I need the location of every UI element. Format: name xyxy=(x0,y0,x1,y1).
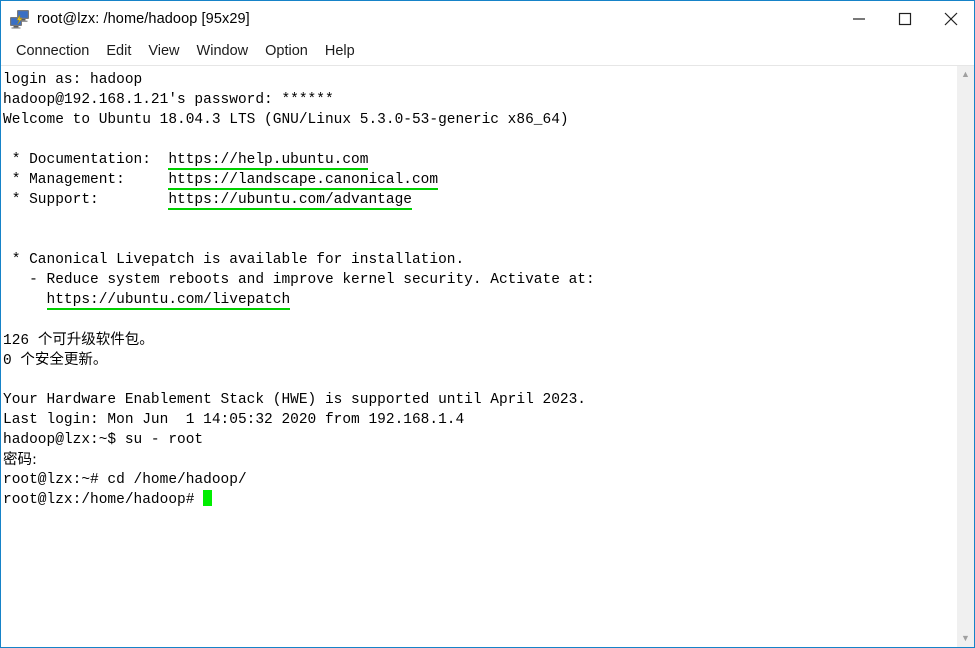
terminal-line: - Reduce system reboots and improve kern… xyxy=(3,270,956,290)
terminal-line: * Documentation: https://help.ubuntu.com xyxy=(3,150,956,170)
terminal-text-cjk: 个可升级软件包。 xyxy=(37,332,154,348)
terminal-text-cjk: 个安全更新。 xyxy=(20,352,108,368)
terminal-text: login as: hadoop xyxy=(3,72,143,88)
terminal-text: hadoop@lzx:~$ su - root xyxy=(3,432,204,448)
terminal-text: Last login: Mon Jun 1 14:05:32 2020 from… xyxy=(3,412,465,428)
terminal-text: * Management: xyxy=(3,172,169,188)
terminal-text: Welcome to Ubuntu 18.04.3 LTS (GNU/Linux… xyxy=(3,112,569,128)
window-controls xyxy=(836,1,974,37)
title-bar[interactable]: root@lzx: /home/hadoop [95x29] xyxy=(1,1,974,37)
terminal-link[interactable]: https://ubuntu.com/advantage xyxy=(168,192,412,210)
terminal-line: hadoop@192.168.1.21's password: ****** xyxy=(3,90,956,110)
menu-item-help[interactable]: Help xyxy=(317,41,364,61)
terminal-text: Your Hardware Enablement Stack (HWE) is … xyxy=(3,392,586,408)
terminal-line: login as: hadoop xyxy=(3,70,956,90)
menu-item-edit[interactable]: Edit xyxy=(98,41,140,61)
terminal-line: 密码: xyxy=(3,450,956,470)
terminal-line: 0 个安全更新。 xyxy=(3,350,956,370)
terminal-line: Welcome to Ubuntu 18.04.3 LTS (GNU/Linux… xyxy=(3,110,956,130)
terminal-text: * Canonical Livepatch is available for i… xyxy=(3,252,465,268)
terminal-link[interactable]: https://ubuntu.com/livepatch xyxy=(46,292,291,310)
terminal-text: - Reduce system reboots and improve kern… xyxy=(3,272,595,288)
terminal-text: root@lzx:/home/hadoop# xyxy=(3,492,204,508)
maximize-button[interactable] xyxy=(882,1,928,37)
terminal-line: 126 个可升级软件包。 xyxy=(3,330,956,350)
terminal-text-cjk: 密码: xyxy=(3,452,37,468)
terminal-line: * Management: https://landscape.canonica… xyxy=(3,170,956,190)
terminal-text: * Documentation: xyxy=(3,152,169,168)
terminal-area: login as: hadoop hadoop@192.168.1.21's pa… xyxy=(1,66,974,647)
menu-bar: Connection Edit View Window Option Help xyxy=(1,37,974,66)
minimize-button[interactable] xyxy=(836,1,882,37)
terminal-text: root@lzx:~# cd /home/hadoop/ xyxy=(3,472,247,488)
terminal-line: https://ubuntu.com/livepatch xyxy=(3,290,956,310)
terminal-cursor xyxy=(203,490,213,506)
terminal-line: root@lzx:/home/hadoop# xyxy=(3,490,956,510)
terminal-text: 0 xyxy=(3,353,21,369)
scroll-down-arrow[interactable]: ▼ xyxy=(957,630,974,647)
terminal-link[interactable]: https://landscape.canonical.com xyxy=(168,172,439,190)
scrollbar-track[interactable] xyxy=(957,83,974,630)
terminal-line: Your Hardware Enablement Stack (HWE) is … xyxy=(3,390,956,410)
terminal-link[interactable]: https://help.ubuntu.com xyxy=(168,152,369,170)
close-button[interactable] xyxy=(928,1,974,37)
window-title: root@lzx: /home/hadoop [95x29] xyxy=(37,11,250,27)
menu-item-option[interactable]: Option xyxy=(257,41,317,61)
terminal-scrollbar[interactable]: ▲ ▼ xyxy=(956,66,974,647)
terminal-line: Last login: Mon Jun 1 14:05:32 2020 from… xyxy=(3,410,956,430)
terminal-text: hadoop@192.168.1.21's password: ****** xyxy=(3,92,334,108)
terminal-connection-icon xyxy=(9,9,31,29)
terminal-window: root@lzx: /home/hadoop [95x29] Connectio… xyxy=(0,0,975,648)
terminal-text: * Support: xyxy=(3,192,169,208)
scroll-up-arrow[interactable]: ▲ xyxy=(957,66,974,83)
terminal-line: * Support: https://ubuntu.com/advantage xyxy=(3,190,956,210)
menu-item-view[interactable]: View xyxy=(140,41,188,61)
terminal-output[interactable]: login as: hadoop hadoop@192.168.1.21's pa… xyxy=(1,66,956,647)
terminal-line: * Canonical Livepatch is available for i… xyxy=(3,250,956,270)
terminal-line: root@lzx:~# cd /home/hadoop/ xyxy=(3,470,956,490)
menu-item-window[interactable]: Window xyxy=(189,41,258,61)
menu-item-connection[interactable]: Connection xyxy=(8,41,98,61)
terminal-text: 126 xyxy=(3,333,38,349)
terminal-line: hadoop@lzx:~$ su - root xyxy=(3,430,956,450)
